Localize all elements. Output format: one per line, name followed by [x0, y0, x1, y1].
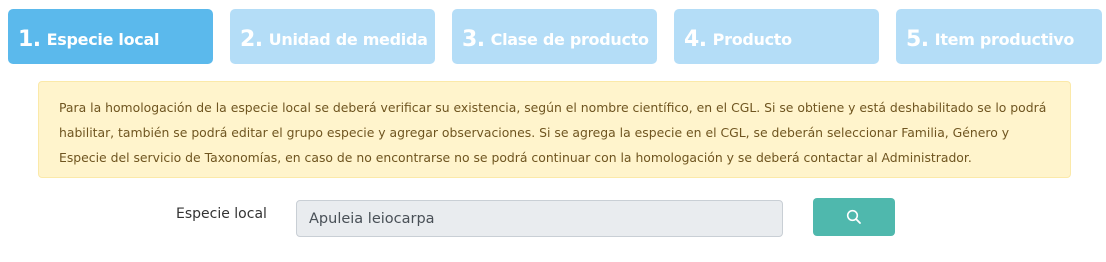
info-alert: Para la homologación de la especie local…	[38, 81, 1071, 178]
step-number: 5.	[906, 27, 929, 52]
step-number: 4.	[684, 27, 707, 52]
step-number: 1.	[18, 27, 41, 52]
step-label: Unidad de medida	[268, 30, 428, 49]
search-button[interactable]	[813, 198, 895, 236]
page: 1. Especie local 2. Unidad de medida 3. …	[0, 0, 1106, 262]
step-label: Especie local	[46, 30, 160, 49]
step-label: Item productivo	[934, 30, 1075, 49]
step-item-productivo[interactable]: 5. Item productivo	[896, 9, 1102, 64]
especie-local-label: Especie local	[176, 206, 267, 222]
search-icon	[846, 209, 861, 224]
step-especie-local[interactable]: 1. Especie local	[8, 9, 213, 64]
step-label: Producto	[712, 30, 792, 49]
wizard-steps: 1. Especie local 2. Unidad de medida 3. …	[8, 9, 1102, 64]
step-number: 2.	[240, 27, 263, 52]
step-label: Clase de producto	[490, 30, 649, 49]
step-producto[interactable]: 4. Producto	[674, 9, 879, 64]
especie-local-input[interactable]	[296, 200, 783, 237]
step-clase-de-producto[interactable]: 3. Clase de producto	[452, 9, 657, 64]
step-number: 3.	[462, 27, 485, 52]
step-unidad-de-medida[interactable]: 2. Unidad de medida	[230, 9, 435, 64]
